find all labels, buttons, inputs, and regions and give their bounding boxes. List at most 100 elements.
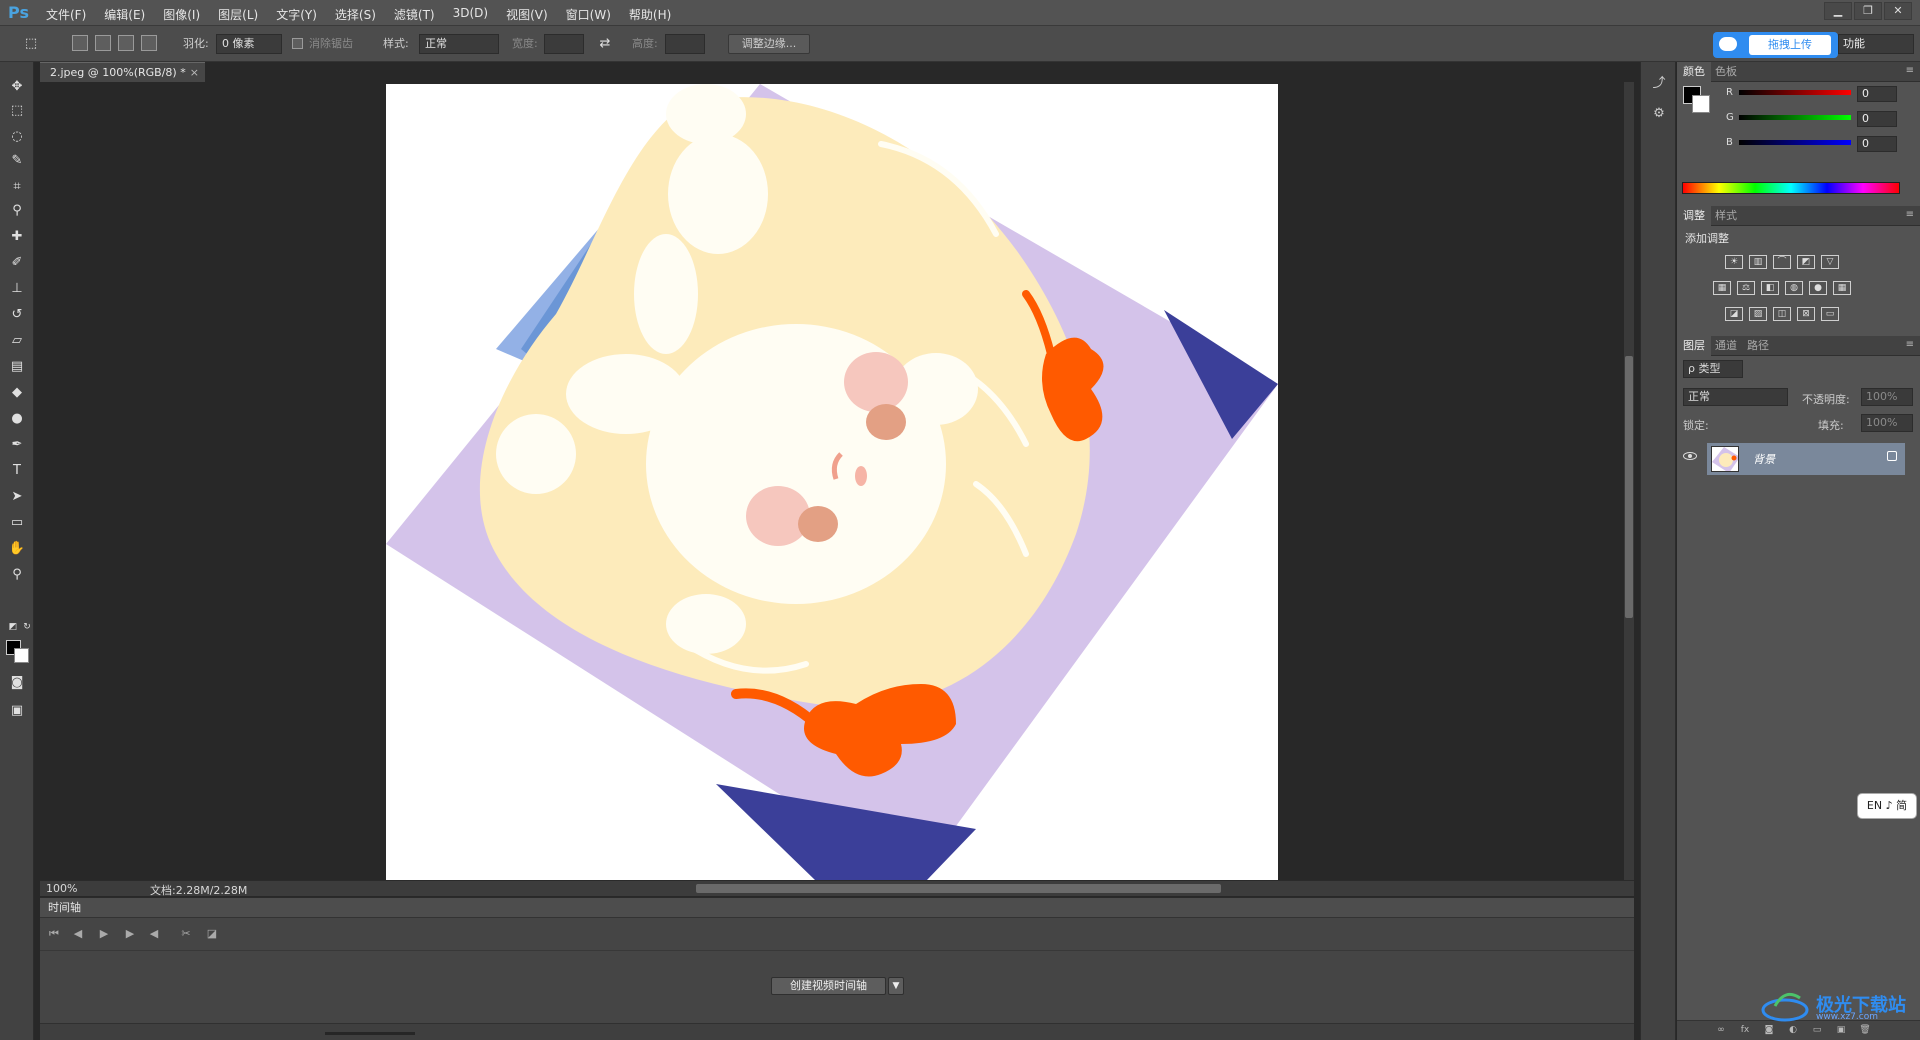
tab-swatches[interactable]: 色板 <box>1709 62 1743 82</box>
antialias-checkbox[interactable] <box>292 38 303 49</box>
upload-button[interactable]: 拖拽上传 <box>1713 32 1838 58</box>
add-selection-icon[interactable] <box>95 35 111 51</box>
menu-help[interactable]: 帮助(H) <box>629 6 671 23</box>
eyedropper-tool-icon[interactable]: ⚲ <box>8 202 26 220</box>
blur-tool-icon[interactable]: ◆ <box>8 384 26 402</box>
menu-select[interactable]: 选择(S) <box>335 6 376 23</box>
layer-fx-icon[interactable]: fx <box>1739 1025 1751 1036</box>
new-selection-icon[interactable] <box>72 35 88 51</box>
timeline-zoom-slider[interactable] <box>325 1032 415 1035</box>
transition-icon[interactable]: ◪ <box>204 927 220 943</box>
g-value-input[interactable]: 0 <box>1857 111 1897 127</box>
swap-colors-icon[interactable]: ↻ <box>18 618 36 636</box>
menu-window[interactable]: 窗口(W) <box>566 6 611 23</box>
background-color-swatch[interactable] <box>14 648 29 663</box>
zoom-field[interactable]: 100% <box>46 882 77 895</box>
menu-type[interactable]: 文字(Y) <box>276 6 317 23</box>
g-slider[interactable] <box>1739 115 1851 120</box>
menu-3d[interactable]: 3D(D) <box>453 6 488 23</box>
vibrance-adjust-icon[interactable]: ▽ <box>1821 255 1839 269</box>
link-layers-icon[interactable]: ∞ <box>1715 1025 1727 1036</box>
subtract-selection-icon[interactable] <box>118 35 134 51</box>
properties-panel-icon[interactable]: ⚙ <box>1650 106 1668 124</box>
play-icon[interactable]: ▶ <box>96 927 112 943</box>
black-white-adjust-icon[interactable]: ◧ <box>1761 281 1779 295</box>
marquee-tool-icon[interactable]: ⬚ <box>8 102 26 120</box>
marquee-preset-icon[interactable]: ⬚ <box>22 35 40 53</box>
invert-adjust-icon[interactable]: ◪ <box>1725 307 1743 321</box>
document-tab[interactable]: 2.jpeg @ 100%(RGB/8) * × <box>40 62 205 82</box>
prev-frame-icon[interactable]: ◀ <box>70 927 86 943</box>
layer-visibility-eye-icon[interactable] <box>1683 452 1697 460</box>
tab-styles[interactable]: 样式 <box>1709 206 1743 226</box>
pen-tool-icon[interactable]: ✒ <box>8 436 26 454</box>
rectangle-tool-icon[interactable]: ▭ <box>8 514 26 532</box>
color-spectrum-bar[interactable] <box>1682 182 1900 194</box>
menu-layer[interactable]: 图层(L) <box>218 6 258 23</box>
eraser-tool-icon[interactable]: ▱ <box>8 332 26 350</box>
lasso-tool-icon[interactable]: ◌ <box>8 128 26 146</box>
restore-button[interactable]: ❐ <box>1854 2 1882 20</box>
channel-mixer-adjust-icon[interactable]: ● <box>1809 281 1827 295</box>
doc-info[interactable]: 文档:2.28M/2.28M <box>150 882 247 898</box>
menu-filter[interactable]: 滤镜(T) <box>394 6 435 23</box>
type-tool-icon[interactable]: T <box>8 462 26 480</box>
tab-paths[interactable]: 路径 <box>1741 336 1775 356</box>
layer-filter-select[interactable]: ρ 类型 <box>1683 360 1743 378</box>
path-select-tool-icon[interactable]: ➤ <box>8 488 26 506</box>
dodge-tool-icon[interactable]: ● <box>8 410 26 428</box>
layers-panel-menu-icon[interactable]: ≡ <box>1906 339 1914 350</box>
new-group-icon[interactable]: ▭ <box>1811 1025 1823 1036</box>
r-slider[interactable] <box>1739 90 1851 95</box>
feather-input[interactable]: 0 像素 <box>216 34 282 54</box>
vertical-scroll-thumb[interactable] <box>1625 356 1633 618</box>
add-mask-icon[interactable]: ◙ <box>1763 1025 1775 1036</box>
hand-tool-icon[interactable]: ✋ <box>8 540 26 558</box>
history-panel-icon[interactable]: ⤴ <box>1650 72 1668 91</box>
levels-adjust-icon[interactable]: ▥ <box>1749 255 1767 269</box>
create-video-timeline-button[interactable]: 创建视频时间轴 <box>771 977 886 995</box>
audio-icon[interactable]: ◀ <box>146 927 162 943</box>
menu-image[interactable]: 图像(I) <box>163 6 200 23</box>
color-lookup-adjust-icon[interactable]: ▦ <box>1833 281 1851 295</box>
brightness-adjust-icon[interactable]: ☀ <box>1725 255 1743 269</box>
selective-color-adjust-icon[interactable]: ⊠ <box>1797 307 1815 321</box>
color-panel-menu-icon[interactable]: ≡ <box>1906 65 1914 76</box>
close-tab-icon[interactable]: × <box>190 63 199 82</box>
r-value-input[interactable]: 0 <box>1857 86 1897 102</box>
zoom-tool-icon[interactable]: ⚲ <box>8 566 26 584</box>
intersect-selection-icon[interactable] <box>141 35 157 51</box>
split-clip-icon[interactable]: ✂ <box>178 927 194 943</box>
tab-channels[interactable]: 通道 <box>1709 336 1743 356</box>
gradient-map-adjust-icon[interactable]: ▭ <box>1821 307 1839 321</box>
height-input[interactable] <box>665 34 705 54</box>
clone-stamp-tool-icon[interactable]: ⊥ <box>8 280 26 298</box>
create-timeline-dropdown[interactable]: ▼ <box>888 977 904 995</box>
workspace-select[interactable]: 功能 <box>1838 34 1914 54</box>
new-adjustment-layer-icon[interactable]: ◐ <box>1787 1025 1799 1036</box>
color-balance-adjust-icon[interactable]: ⚖ <box>1737 281 1755 295</box>
new-layer-icon[interactable]: ▣ <box>1835 1025 1847 1036</box>
gradient-tool-icon[interactable]: ▤ <box>8 358 26 376</box>
photo-filter-adjust-icon[interactable]: ◍ <box>1785 281 1803 295</box>
delete-layer-icon[interactable]: 🗑 <box>1859 1025 1871 1036</box>
width-input[interactable] <box>544 34 584 54</box>
quick-mask-icon[interactable]: ◙ <box>8 674 26 692</box>
fill-input[interactable]: 100% <box>1861 414 1913 432</box>
horizontal-scroll-thumb[interactable] <box>696 884 1221 893</box>
crop-tool-icon[interactable]: ⌗ <box>8 178 26 196</box>
opacity-input[interactable]: 100% <box>1861 388 1913 406</box>
move-tool-icon[interactable]: ✥ <box>8 78 26 96</box>
style-select[interactable]: 正常 <box>419 34 499 54</box>
posterize-adjust-icon[interactable]: ▨ <box>1749 307 1767 321</box>
threshold-adjust-icon[interactable]: ◫ <box>1773 307 1791 321</box>
history-brush-tool-icon[interactable]: ↺ <box>8 306 26 324</box>
next-frame-icon[interactable]: ▶ <box>122 927 138 943</box>
menu-edit[interactable]: 编辑(E) <box>104 6 145 23</box>
adjust-panel-menu-icon[interactable]: ≡ <box>1906 209 1914 220</box>
screen-mode-icon[interactable]: ▣ <box>8 702 26 720</box>
exposure-adjust-icon[interactable]: ◩ <box>1797 255 1815 269</box>
vertical-scrollbar[interactable] <box>1624 82 1634 880</box>
refine-edge-button[interactable]: 调整边缘... <box>728 34 810 54</box>
curves-adjust-icon[interactable]: ⌒ <box>1773 255 1791 269</box>
